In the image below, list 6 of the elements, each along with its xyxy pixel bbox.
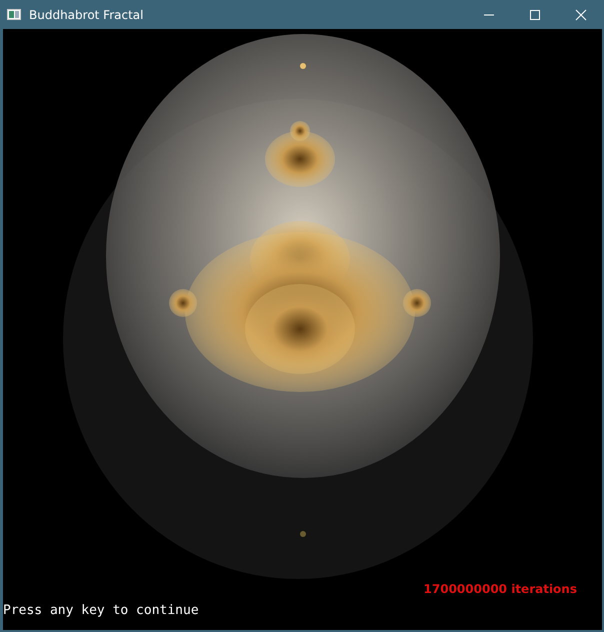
iteration-count: 1700000000 iterations [424,582,577,596]
window-title: Buddhabrot Fractal [29,8,144,22]
continue-prompt: Press any key to continue [3,603,199,618]
maximize-icon [529,8,541,20]
app-icon [7,9,21,20]
close-icon [575,8,587,20]
